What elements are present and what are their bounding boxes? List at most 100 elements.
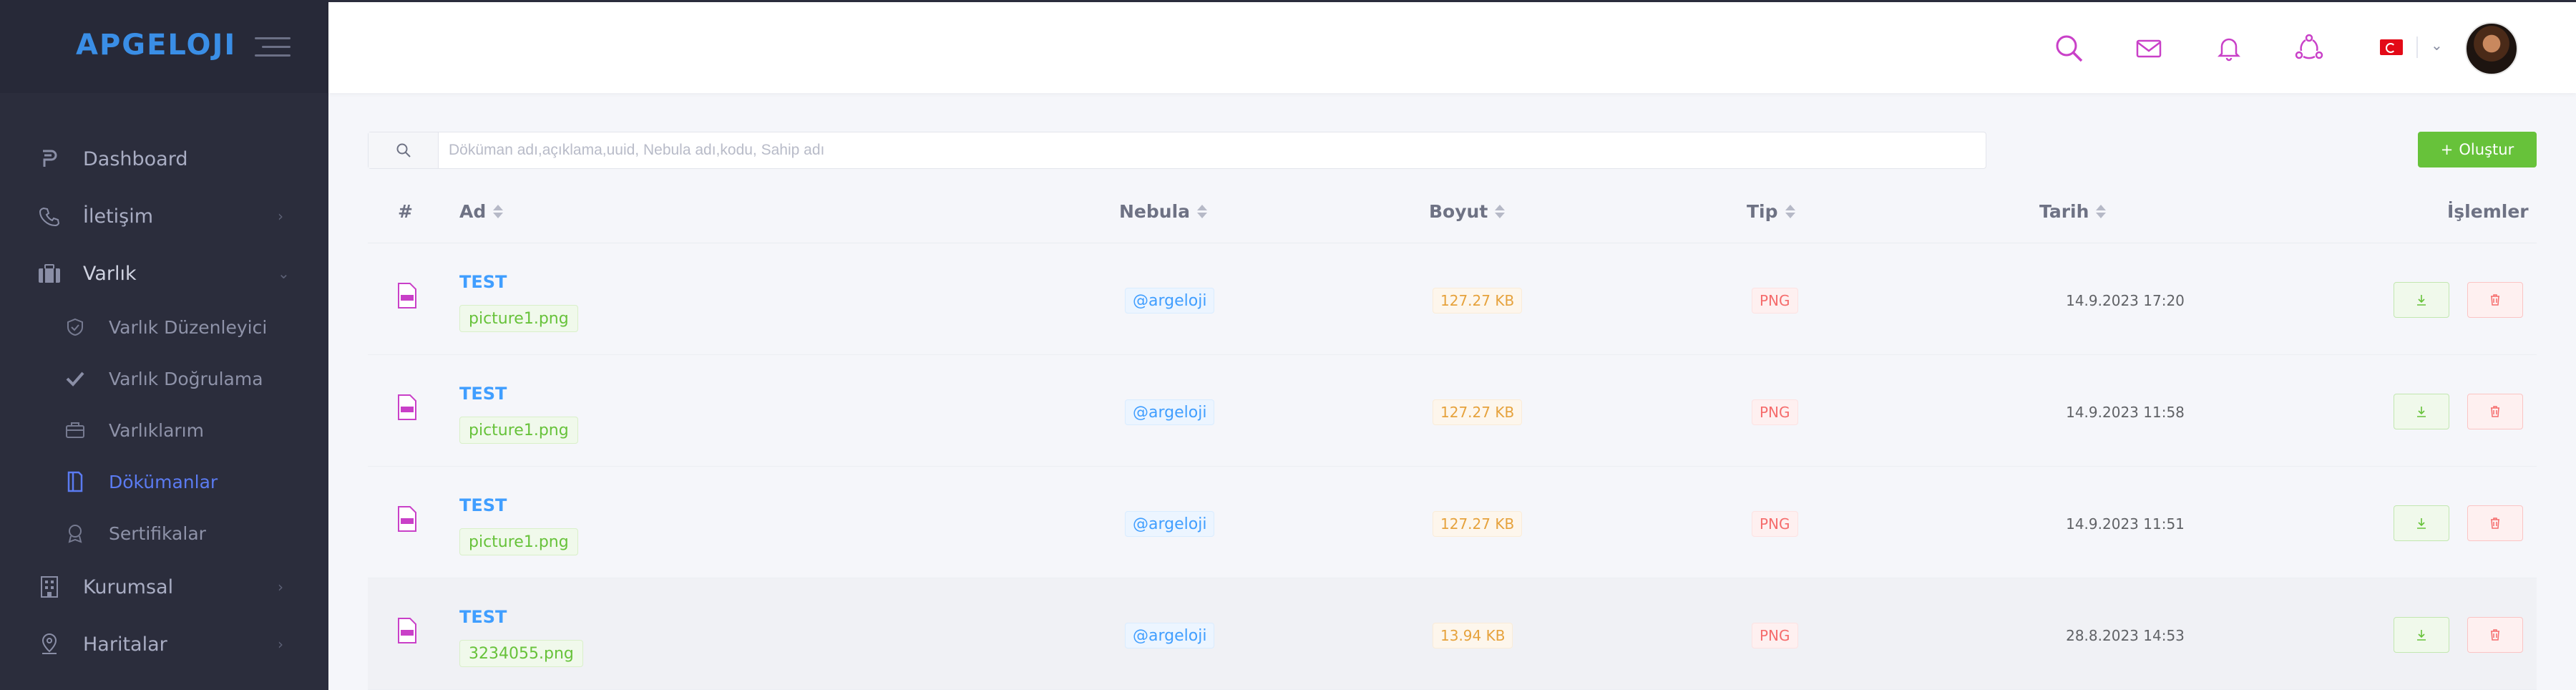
sidebar-item-label: Kurumsal [83,575,174,598]
sidebar-subitem-dokumanlar[interactable]: Dökümanlar [0,456,328,507]
file-name-tag: picture1.png [459,305,578,332]
create-button-label: Oluştur [2459,141,2514,158]
column-header-nebula[interactable]: Nebula [1119,179,1208,243]
trash-icon [2491,518,2499,529]
sidebar-item-kurumsal[interactable]: Kurumsal › [0,560,328,614]
chevron-down-icon: ⌄ [278,265,290,282]
sidebar-subitem-sertifikalar[interactable]: Sertifikalar [0,507,328,559]
document-name-link[interactable]: TEST [459,272,507,292]
download-button[interactable] [2394,282,2449,318]
column-header-index: # [398,200,413,222]
sidebar-item-label: Dashboard [83,147,188,170]
briefcase-outline-icon [64,419,86,441]
table-row[interactable]: TEST picture1.png @argeloji 127.27 KB PN… [368,355,2537,467]
check-icon [64,368,86,389]
delete-button[interactable] [2467,282,2523,318]
type-tag: PNG [1752,623,1798,648]
mail-icon[interactable] [2133,32,2165,64]
column-header-type[interactable]: Tip [1747,179,1795,243]
divider [2416,37,2418,58]
date-text: 14.9.2023 11:58 [2066,404,2185,421]
chevron-down-icon[interactable]: ⌄ [2431,37,2443,54]
date-text: 14.9.2023 17:20 [2066,292,2185,309]
delete-button[interactable] [2467,505,2523,541]
type-tag: PNG [1752,288,1798,314]
size-tag: 127.27 KB [1433,511,1523,537]
search-bar [368,132,1986,169]
sidebar-subitem-label: Sertifikalar [109,523,206,544]
menu-toggle-icon[interactable] [255,37,291,59]
sidebar-item-label: Varlık [83,262,137,285]
map-pin-icon [37,632,62,656]
column-header-actions: İşlemler [2447,200,2529,222]
sidebar-item-label: İletişim [83,205,154,228]
sidebar-item-haritalar[interactable]: Haritalar › [0,617,328,671]
file-name-tag: 3234055.png [459,640,583,667]
sidebar-subitem-label: Varlık Düzenleyici [109,316,268,338]
date-text: 14.9.2023 11:51 [2066,515,2185,533]
delete-button[interactable] [2467,394,2523,429]
download-icon [2417,630,2426,641]
document-icon [64,471,86,492]
nebula-tag: @argeloji [1125,288,1215,314]
delete-button[interactable] [2467,617,2523,653]
sidebar-subitem-varlik-dogrulama[interactable]: Varlık Doğrulama [0,353,328,404]
download-button[interactable] [2394,617,2449,653]
trash-icon [2491,406,2499,417]
sort-icon [2096,204,2107,218]
document-name-link[interactable]: TEST [459,607,507,627]
document-name-link[interactable]: TEST [459,384,507,404]
sidebar-subitem-varlik-duzenleyici[interactable]: Varlık Düzenleyici [0,301,328,353]
brand-logo[interactable]: APGELOJI [76,29,236,62]
image-file-icon [396,617,418,644]
bell-icon[interactable] [2213,32,2245,64]
sidebar: APGELOJI Dashboard İletişim › Varlık ⌄ V… [0,0,328,690]
chevron-right-icon: › [278,578,283,596]
sort-icon [1197,204,1208,218]
column-header-date[interactable]: Tarih [2039,179,2107,243]
column-header-name[interactable]: Ad [459,179,504,243]
nebula-tag: @argeloji [1125,399,1215,425]
sidebar-subitem-label: Dökümanlar [109,471,218,492]
shield-icon [64,316,86,338]
sidebar-item-varlik[interactable]: Varlık ⌄ [0,246,328,301]
create-button[interactable]: + Oluştur [2418,132,2537,167]
sidebar-subitem-label: Varlık Doğrulama [109,368,263,389]
sidebar-item-label: Haritalar [83,633,167,656]
award-icon [64,523,86,544]
table-row[interactable]: TEST picture1.png @argeloji 127.27 KB PN… [368,467,2537,578]
file-name-tag: picture1.png [459,528,578,555]
column-header-size[interactable]: Boyut [1429,179,1506,243]
nebula-tag: @argeloji [1125,511,1215,537]
image-file-icon [396,505,418,533]
sidebar-header: APGELOJI [0,0,328,93]
table-header: # Ad Nebula Boyut Tip Tarih İşlemler [368,179,2537,243]
document-name-link[interactable]: TEST [459,495,507,515]
dashboard-icon [37,147,62,171]
plus-icon: + [2440,141,2454,158]
file-name-tag: picture1.png [459,417,578,444]
download-button[interactable] [2394,394,2449,429]
search-icon[interactable] [2053,32,2084,64]
sort-icon [1785,204,1795,218]
search-input[interactable] [449,132,1951,168]
avatar[interactable] [2465,22,2518,75]
download-icon [2417,407,2426,417]
download-icon [2417,518,2426,529]
table-row[interactable]: TEST picture1.png @argeloji 127.27 KB PN… [368,243,2537,355]
briefcase-icon [37,261,62,286]
image-file-icon [396,394,418,421]
sidebar-item-iletisim[interactable]: İletişim › [0,189,328,243]
search-icon [396,143,411,157]
size-tag: 127.27 KB [1433,288,1523,314]
table-row[interactable]: TEST 3234055.png @argeloji 13.94 KB PNG … [368,578,2537,690]
chevron-right-icon: › [278,208,283,225]
turkey-flag-icon[interactable] [2380,39,2403,55]
share-icon[interactable] [2293,32,2325,64]
sidebar-subitem-varliklarim[interactable]: Varlıklarım [0,404,328,456]
download-icon [2417,295,2426,306]
documents-table: # Ad Nebula Boyut Tip Tarih İşlemler TES… [368,179,2537,690]
download-button[interactable] [2394,505,2449,541]
sidebar-item-dashboard[interactable]: Dashboard [0,132,328,186]
search-button[interactable] [369,132,439,168]
